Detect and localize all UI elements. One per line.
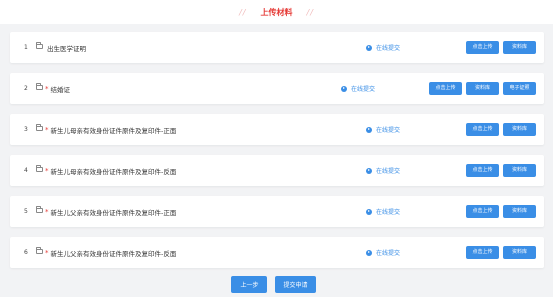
upload-button[interactable]: 点击上传 bbox=[466, 41, 499, 54]
required-marker: * bbox=[45, 84, 49, 93]
online-submit-link[interactable]: 在线提交 bbox=[341, 73, 375, 104]
library-button[interactable]: 资料库 bbox=[503, 246, 536, 259]
play-circle-icon bbox=[366, 208, 372, 215]
play-circle-icon bbox=[366, 167, 372, 174]
upload-button[interactable]: 点击上传 bbox=[429, 82, 462, 95]
material-name: 新生儿父亲有效身份证件原件及复印件-反面 bbox=[50, 249, 177, 258]
online-submit-label: 在线提交 bbox=[376, 209, 401, 216]
material-row: 3 * 新生儿母亲有效身份证件原件及复印件-正面 在线提交 点击上传 资料库 bbox=[10, 114, 544, 145]
upload-button[interactable]: 点击上传 bbox=[466, 246, 499, 259]
online-submit-label: 在线提交 bbox=[376, 250, 401, 257]
row-index: 5 bbox=[24, 208, 28, 215]
online-submit-link[interactable]: 在线提交 bbox=[366, 114, 400, 145]
online-submit-link[interactable]: 在线提交 bbox=[366, 32, 400, 63]
library-button[interactable]: 资料库 bbox=[466, 82, 499, 95]
page-header: // 上传材料 // bbox=[0, 0, 553, 24]
online-submit-label: 在线提交 bbox=[376, 127, 401, 134]
folder-icon bbox=[36, 206, 43, 213]
material-name: 新生儿母亲有效身份证件原件及复印件-反面 bbox=[50, 167, 177, 176]
title-decoration-right: // bbox=[306, 7, 314, 17]
submit-application-button[interactable]: 提交申请 bbox=[275, 276, 316, 293]
row-actions: 点击上传 资料库 bbox=[466, 164, 536, 177]
folder-icon bbox=[36, 42, 43, 49]
row-index: 4 bbox=[24, 167, 28, 174]
online-submit-label: 在线提交 bbox=[351, 86, 376, 93]
play-circle-icon bbox=[366, 126, 372, 133]
required-marker: * bbox=[45, 125, 49, 134]
library-button[interactable]: 资料库 bbox=[503, 123, 536, 136]
folder-icon bbox=[36, 165, 43, 172]
upload-button[interactable]: 点击上传 bbox=[466, 205, 499, 218]
material-label: * 新生儿母亲有效身份证件原件及复印件-正面 bbox=[36, 114, 176, 145]
title-decoration-left: // bbox=[239, 7, 247, 17]
online-submit-link[interactable]: 在线提交 bbox=[366, 237, 400, 268]
material-row: 1 出生医学证明 在线提交 点击上传 资料库 bbox=[10, 32, 544, 63]
play-circle-icon bbox=[366, 44, 372, 51]
row-actions: 点击上传 资料库 bbox=[466, 246, 536, 259]
library-button[interactable]: 资料库 bbox=[503, 164, 536, 177]
play-circle-icon bbox=[366, 249, 372, 256]
online-submit-link[interactable]: 在线提交 bbox=[366, 196, 400, 227]
material-name: 出生医学证明 bbox=[47, 44, 86, 53]
row-actions: 点击上传 资料库 电子证照 bbox=[429, 82, 536, 95]
row-actions: 点击上传 资料库 bbox=[466, 41, 536, 54]
materials-list: 1 出生医学证明 在线提交 点击上传 资料库 2 * 结婚证 在线提交 点击上传 资料库 电子证照 3 *… bbox=[10, 32, 544, 278]
material-name: 新生儿父亲有效身份证件原件及复印件-正面 bbox=[50, 208, 177, 217]
footer-actions: 上一步 提交申请 bbox=[0, 276, 553, 293]
page-title: 上传材料 bbox=[260, 7, 293, 17]
previous-step-button[interactable]: 上一步 bbox=[231, 276, 268, 293]
library-button[interactable]: 资料库 bbox=[503, 205, 536, 218]
library-button[interactable]: 资料库 bbox=[503, 41, 536, 54]
online-submit-label: 在线提交 bbox=[376, 168, 401, 175]
folder-icon bbox=[36, 247, 43, 254]
row-index: 3 bbox=[24, 126, 28, 133]
upload-materials-page: // 上传材料 // 1 出生医学证明 在线提交 点击上传 资料库 2 * 结婚证 在线提交 点击… bbox=[0, 0, 553, 297]
row-actions: 点击上传 资料库 bbox=[466, 205, 536, 218]
row-actions: 点击上传 资料库 bbox=[466, 123, 536, 136]
play-circle-icon bbox=[341, 85, 347, 92]
online-submit-label: 在线提交 bbox=[376, 45, 401, 52]
row-index: 2 bbox=[24, 85, 28, 92]
required-marker: * bbox=[45, 166, 49, 175]
folder-icon bbox=[36, 124, 43, 131]
material-name: 结婚证 bbox=[50, 85, 71, 94]
row-index: 1 bbox=[24, 44, 28, 51]
upload-button[interactable]: 点击上传 bbox=[466, 123, 499, 136]
online-submit-link[interactable]: 在线提交 bbox=[366, 155, 400, 186]
material-name: 新生儿母亲有效身份证件原件及复印件-正面 bbox=[50, 126, 177, 135]
required-marker: * bbox=[45, 207, 49, 216]
material-row: 5 * 新生儿父亲有效身份证件原件及复印件-正面 在线提交 点击上传 资料库 bbox=[10, 196, 544, 227]
material-label: 出生医学证明 bbox=[36, 32, 86, 63]
required-marker: * bbox=[45, 248, 49, 257]
folder-icon bbox=[36, 83, 43, 90]
material-label: * 结婚证 bbox=[36, 73, 70, 104]
material-label: * 新生儿母亲有效身份证件原件及复印件-反面 bbox=[36, 155, 176, 186]
material-row: 6 * 新生儿父亲有效身份证件原件及复印件-反面 在线提交 点击上传 资料库 bbox=[10, 237, 544, 268]
material-row: 2 * 结婚证 在线提交 点击上传 资料库 电子证照 bbox=[10, 73, 544, 104]
row-index: 6 bbox=[24, 249, 28, 256]
e-license-button[interactable]: 电子证照 bbox=[503, 82, 536, 95]
material-label: * 新生儿父亲有效身份证件原件及复印件-正面 bbox=[36, 196, 176, 227]
material-label: * 新生儿父亲有效身份证件原件及复印件-反面 bbox=[36, 237, 176, 268]
material-row: 4 * 新生儿母亲有效身份证件原件及复印件-反面 在线提交 点击上传 资料库 bbox=[10, 155, 544, 186]
upload-button[interactable]: 点击上传 bbox=[466, 164, 499, 177]
